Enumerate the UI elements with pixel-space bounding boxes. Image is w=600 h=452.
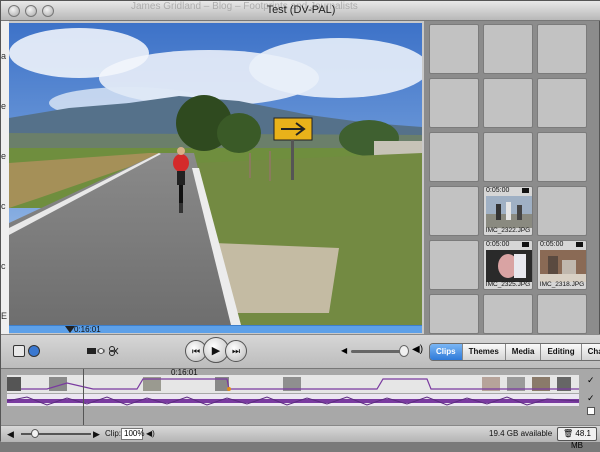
- clip-viewer-toggle[interactable]: [13, 345, 25, 357]
- clip-slot[interactable]: [429, 78, 479, 128]
- clip-duration: 0:05:00: [540, 241, 564, 248]
- camera-icon: [522, 188, 529, 193]
- tab-clips[interactable]: Clips: [430, 344, 463, 360]
- clip-name: IMC_2322.JPG: [485, 227, 531, 234]
- control-bar: ⏮ ▶ ⏭ ◀ ◀) Clips Themes Media Editing Ch…: [1, 334, 600, 368]
- clip-slot[interactable]: [429, 294, 479, 334]
- clip-slot[interactable]: [429, 240, 479, 290]
- volume-low-icon: ◀: [341, 346, 348, 355]
- timeline-playhead[interactable]: 0:16:01: [83, 368, 198, 426]
- timeline[interactable]: 0:16:01 ✓ ✓: [1, 368, 600, 426]
- timeline-viewer-toggle[interactable]: [28, 345, 40, 357]
- audio-track[interactable]: [6, 394, 580, 406]
- camera-edit-switch-icon: [87, 346, 119, 356]
- clip-slot[interactable]: [537, 24, 587, 74]
- clip-slot[interactable]: [483, 24, 533, 74]
- clip-slot[interactable]: [429, 186, 479, 236]
- imovie-window: James Gridland – Blog – Footprints and J…: [0, 0, 600, 450]
- audio-track-checkbox[interactable]: ✓: [587, 393, 595, 404]
- clip-slot[interactable]: [537, 132, 587, 182]
- video-clips: [7, 377, 579, 391]
- disk-space-label: 19.4 GB available: [489, 429, 553, 438]
- clip-slot[interactable]: [537, 186, 587, 236]
- clip-item[interactable]: 0:05:00 IMC_2322.JPG: [483, 186, 533, 236]
- tab-editing[interactable]: Editing: [541, 344, 582, 360]
- video-track-checkbox[interactable]: ✓: [587, 375, 595, 386]
- clip-duration: 0:05:00: [486, 187, 510, 194]
- clip-slot[interactable]: [537, 78, 587, 128]
- tab-themes[interactable]: Themes: [462, 344, 506, 360]
- volume-high-icon: ◀): [412, 344, 424, 355]
- volume-knob[interactable]: [399, 345, 409, 357]
- clip-slot[interactable]: [483, 132, 533, 182]
- timeline-zoom-knob[interactable]: [31, 429, 39, 438]
- video-frame: [9, 23, 422, 325]
- audio-track-2-checkbox[interactable]: [587, 407, 595, 415]
- clip-item[interactable]: 0:05:00 IMC_2318.JPG: [537, 240, 587, 290]
- clip-duration: 0:05:00: [486, 241, 510, 248]
- zoom-in-icon[interactable]: ▶: [93, 429, 100, 440]
- trash-button[interactable]: 🗑 48.1 MB: [557, 427, 597, 450]
- clip-item[interactable]: 0:05:00 IMC_2325.JPG: [483, 240, 533, 290]
- window-title: Test (DV-PAL): [266, 4, 336, 16]
- clip-slot[interactable]: [429, 24, 479, 74]
- zoom-out-icon[interactable]: ◀: [7, 429, 14, 440]
- clip-slot[interactable]: [483, 78, 533, 128]
- scrub-timecode: 0:16:01: [74, 325, 101, 334]
- clip-name: IMC_2318.JPG: [539, 281, 585, 288]
- scrub-bar[interactable]: 0:16:01: [9, 325, 422, 334]
- clip-volume-label: Clip:: [105, 429, 122, 438]
- video-viewer[interactable]: [9, 23, 422, 325]
- camera-icon: [522, 242, 529, 247]
- clip-name: IMC_2325.JPG: [485, 281, 531, 288]
- speaker-icon: ◀): [146, 429, 155, 438]
- camera-icon: [576, 242, 583, 247]
- audio-waveform: [6, 396, 580, 406]
- trash-size: 48.1 MB: [571, 429, 591, 450]
- clip-thumbnail: [486, 250, 532, 282]
- clip-slot[interactable]: [483, 294, 533, 334]
- trash-icon: 🗑: [563, 429, 574, 438]
- clip-thumbnail: [540, 250, 586, 282]
- timeline-timecode: 0:16:01: [171, 368, 198, 377]
- clip-thumbnail: [486, 196, 532, 228]
- rewind-icon: ⏮: [191, 345, 201, 356]
- background-window-strip: a e e c c E: [1, 21, 9, 351]
- tab-media[interactable]: Media: [505, 344, 542, 360]
- clips-pane: 0:05:00 IMC_2322.JPG 0:05:00 IMC_2325.JP…: [424, 21, 599, 334]
- clip-volume-field[interactable]: 100%: [121, 428, 144, 440]
- fast-forward-icon: ⏭: [231, 345, 241, 356]
- fast-forward-button[interactable]: ⏭: [225, 340, 247, 362]
- clip-slot[interactable]: [537, 294, 587, 334]
- pane-tabs: Clips Themes Media Editing Chapters: [429, 343, 600, 361]
- tab-chapters[interactable]: Chapters: [581, 344, 600, 360]
- title-bar[interactable]: James Gridland – Blog – Footprints and J…: [1, 1, 600, 21]
- video-track[interactable]: [7, 375, 579, 393]
- camera-mode-switch[interactable]: [87, 344, 119, 356]
- status-bar: ◀ ▶ Clip: 100% ◀) 19.4 GB available 🗑 48…: [1, 425, 600, 450]
- volume-slider[interactable]: [351, 350, 406, 353]
- play-icon: ▶: [211, 344, 221, 357]
- clip-slot[interactable]: [429, 132, 479, 182]
